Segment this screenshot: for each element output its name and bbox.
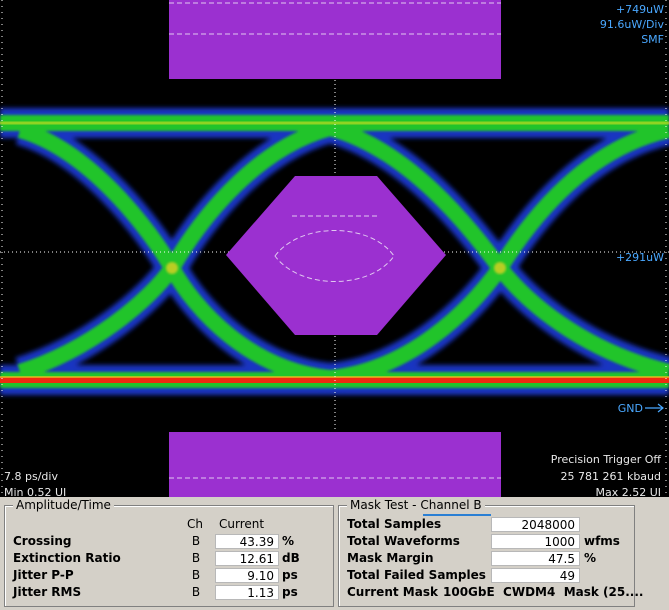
mask-test-panel: Mask Test - Channel B Total Samples 2048… bbox=[338, 498, 643, 607]
amp-row-ch: B bbox=[191, 568, 201, 582]
amp-row-label: Jitter P-P bbox=[13, 568, 74, 582]
current-mask-value: 100GbE CWDM4 Mask (25.... bbox=[443, 585, 644, 599]
amplitude-panel-title: Amplitude/Time bbox=[13, 498, 114, 512]
mask-bottom bbox=[169, 432, 501, 497]
amp-row-label: Jitter RMS bbox=[13, 585, 82, 599]
baud-label: 25 781 261 kbaud bbox=[560, 470, 661, 483]
scale-div-label: 91.6uW/Div bbox=[599, 18, 664, 31]
amp-row-unit: ps bbox=[282, 585, 298, 599]
amp-row-label: Crossing bbox=[13, 534, 72, 548]
amp-row-ch: B bbox=[191, 534, 201, 548]
mask-channel-tab[interactable]: Channel B bbox=[420, 498, 481, 512]
mask-row-label: Total Failed Samples bbox=[347, 568, 486, 582]
mask-row-unit: wfms bbox=[584, 534, 620, 548]
amp-row-ch: B bbox=[191, 585, 201, 599]
scale-top-label: +749uW bbox=[615, 3, 664, 16]
amplitude-time-panel: Amplitude/Time Ch Current Crossing B 43.… bbox=[4, 498, 334, 607]
mask-row-value: 47.5 bbox=[491, 551, 580, 566]
eye-diagram-canvas bbox=[0, 0, 669, 497]
amp-row-unit: % bbox=[282, 534, 295, 548]
amp-row-ch: B bbox=[191, 551, 201, 565]
mask-panel-title-text: Mask Test - bbox=[350, 498, 417, 512]
mask-panel-title: Mask Test - Channel B bbox=[347, 498, 485, 512]
amp-row-value: 1.13 bbox=[215, 585, 279, 600]
mask-row-unit: % bbox=[584, 551, 597, 565]
mask-center bbox=[226, 176, 446, 335]
mask-row-label: Total Waveforms bbox=[347, 534, 460, 548]
current-mask-label: Current Mask bbox=[347, 585, 438, 599]
trigger-label: Precision Trigger Off bbox=[550, 453, 661, 466]
col-header-current: Current bbox=[219, 517, 265, 531]
mask-row-label: Mask Margin bbox=[347, 551, 434, 565]
mask-row-value: 49 bbox=[491, 568, 580, 583]
mask-top bbox=[169, 0, 501, 79]
gnd-label: GND bbox=[617, 402, 643, 415]
time-div-label: 7.8 ps/div bbox=[4, 470, 58, 483]
mask-row-value: 2048000 bbox=[491, 517, 580, 532]
mask-row-value: 1000 bbox=[491, 534, 580, 549]
amp-row-unit: dB bbox=[282, 551, 300, 565]
min-ui-label: Min 0.52 UI bbox=[4, 486, 67, 497]
amp-row-value: 12.61 bbox=[215, 551, 279, 566]
eye-diagram-display: +749uW 91.6uW/Div SMF +291uW GND 7.8 ps/… bbox=[0, 0, 669, 497]
amp-row-unit: ps bbox=[282, 568, 298, 582]
mask-row-label: Total Samples bbox=[347, 517, 442, 531]
amp-row-label: Extinction Ratio bbox=[13, 551, 121, 565]
gnd-arrow-icon bbox=[645, 403, 664, 413]
fiber-label: SMF bbox=[641, 33, 664, 46]
max-ui-label: Max 2.52 UI bbox=[595, 486, 661, 497]
mid-level-label: +291uW bbox=[615, 251, 664, 264]
eye-trace-zero-level bbox=[0, 376, 669, 383]
col-header-ch: Ch bbox=[187, 517, 203, 531]
amp-row-value: 9.10 bbox=[215, 568, 279, 583]
amp-row-value: 43.39 bbox=[215, 534, 279, 549]
